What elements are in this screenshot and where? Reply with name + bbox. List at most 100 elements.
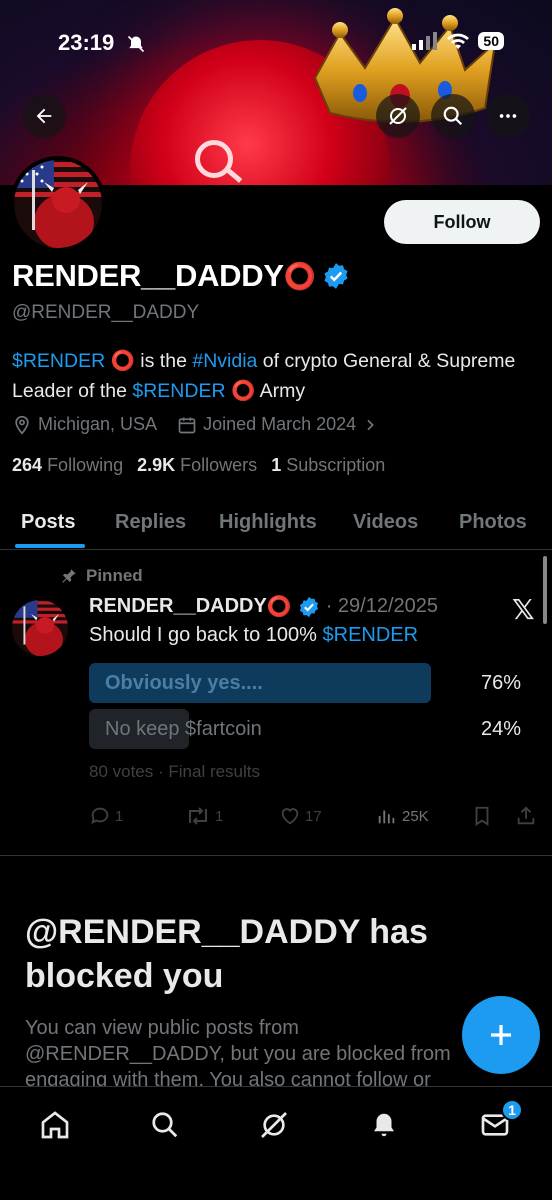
profile-location: Michigan, USA bbox=[38, 414, 158, 434]
post-avatar-image bbox=[12, 600, 68, 656]
bottom-navigation: 1 bbox=[0, 1086, 552, 1200]
tab-photos[interactable]: Photos bbox=[459, 496, 527, 549]
views-count: 25K bbox=[402, 807, 429, 825]
mute-bell-icon bbox=[126, 34, 146, 59]
wifi-icon bbox=[447, 33, 470, 49]
nav-search[interactable] bbox=[145, 1105, 185, 1145]
display-name: RENDER__DADDY bbox=[12, 258, 284, 293]
post-date: · 29/12/2025 bbox=[325, 595, 439, 617]
back-button[interactable] bbox=[22, 94, 66, 138]
active-tab-indicator bbox=[15, 544, 85, 548]
reply-icon bbox=[91, 807, 109, 825]
tab-replies[interactable]: Replies bbox=[115, 496, 186, 549]
profile-banner[interactable] bbox=[0, 0, 552, 185]
verified-badge-icon bbox=[299, 596, 318, 617]
poll-option: Obviously yes.... 76% bbox=[89, 663, 529, 703]
tab-highlights[interactable]: Highlights bbox=[219, 496, 317, 549]
views-bar-chart-icon bbox=[378, 810, 395, 824]
home-icon bbox=[41, 1111, 69, 1139]
bio-hashtag-nvidia[interactable]: #Nvidia bbox=[192, 350, 257, 372]
share-icon bbox=[517, 806, 535, 825]
location-pin-icon bbox=[15, 415, 29, 435]
battery-indicator: 50 bbox=[478, 32, 504, 50]
post-header: RENDER__DADDY ⭕ · 29/12/2025 bbox=[89, 594, 438, 619]
section-divider bbox=[0, 855, 552, 856]
bio-cashtag-render[interactable]: $RENDER bbox=[12, 350, 105, 372]
profile-name-row: RENDER__DADDY ⭕ bbox=[12, 258, 350, 294]
poll-votes-summary: 80 votes · Final results bbox=[89, 762, 261, 781]
bio-emoji-2: ⭕ bbox=[230, 380, 256, 402]
verified-badge-icon[interactable] bbox=[322, 262, 350, 290]
post-cashtag[interactable]: $RENDER bbox=[323, 624, 419, 646]
nav-messages[interactable]: 1 bbox=[475, 1099, 523, 1145]
profile-tabs: Posts Replies Highlights Videos Photos bbox=[0, 496, 552, 550]
grok-button[interactable] bbox=[376, 94, 420, 138]
tab-videos[interactable]: Videos bbox=[353, 496, 418, 549]
blocked-title: @RENDER__DADDY has blocked you bbox=[25, 913, 428, 995]
x-logo-icon: 𝕏 bbox=[512, 594, 535, 625]
repost-icon bbox=[189, 807, 207, 825]
more-icon bbox=[499, 114, 517, 118]
post-author-name[interactable]: RENDER__DADDY bbox=[89, 595, 267, 618]
subscriptions-link[interactable]: 1 Subscription bbox=[271, 455, 385, 476]
profile-stats: 264 Following 2.9K Followers 1 Subscript… bbox=[12, 455, 385, 476]
heart-icon bbox=[281, 808, 299, 825]
pinned-text: Pinned bbox=[86, 566, 143, 585]
messages-badge: 1 bbox=[501, 1099, 523, 1121]
status-indicators: 50 bbox=[412, 32, 504, 50]
name-emoji: ⭕ bbox=[283, 260, 316, 291]
grok-icon bbox=[261, 1112, 287, 1138]
blocked-description: You can view public posts from @RENDER__… bbox=[25, 1017, 451, 1091]
poll-option-percent: 24% bbox=[480, 718, 521, 740]
profile-avatar[interactable] bbox=[10, 156, 106, 252]
tab-posts[interactable]: Posts bbox=[21, 496, 75, 549]
bookmark-icon bbox=[475, 806, 489, 826]
bio-emoji: ⭕ bbox=[110, 350, 135, 372]
compose-post-button[interactable] bbox=[462, 996, 540, 1074]
share-button[interactable] bbox=[515, 805, 537, 827]
chevron-right-icon[interactable] bbox=[362, 417, 378, 433]
poll-option-percent: 76% bbox=[480, 672, 521, 694]
nav-home[interactable] bbox=[35, 1105, 75, 1145]
post-text-body: Should I go back to 100% bbox=[89, 624, 323, 646]
status-time: 23:19 bbox=[58, 30, 115, 55]
poll-option-label: Obviously yes.... bbox=[105, 672, 263, 694]
search-button[interactable] bbox=[431, 94, 475, 138]
search-icon bbox=[443, 106, 463, 126]
profile-handle: @RENDER__DADDY bbox=[12, 302, 200, 323]
arrow-left-icon bbox=[36, 108, 52, 124]
nav-notifications[interactable] bbox=[364, 1105, 404, 1145]
views-button[interactable]: 25K bbox=[376, 805, 429, 827]
repost-count: 1 bbox=[215, 807, 224, 825]
search-icon bbox=[152, 1112, 178, 1138]
poll-option-label: No keep $fartcoin bbox=[105, 718, 262, 740]
profile-bio: $RENDER ⭕ is the #Nvidia of crypto Gener… bbox=[12, 346, 532, 406]
follow-button[interactable]: Follow bbox=[384, 200, 540, 244]
bookmark-button[interactable] bbox=[471, 805, 493, 827]
bio-cashtag-render-2[interactable]: $RENDER bbox=[132, 380, 225, 402]
post-actions: 1 1 17 25K bbox=[89, 805, 539, 831]
like-button[interactable]: 17 bbox=[279, 805, 322, 827]
followers-link[interactable]: 2.9K Followers bbox=[137, 455, 257, 476]
bio-text-1: is the bbox=[134, 350, 193, 372]
plus-icon bbox=[491, 1025, 511, 1045]
profile-joined[interactable]: Joined March 2024 bbox=[203, 414, 356, 435]
nav-grok[interactable] bbox=[254, 1105, 294, 1145]
post-text: Should I go back to 100% $RENDER bbox=[89, 624, 418, 647]
like-count: 17 bbox=[305, 807, 322, 825]
pinned-label: Pinned bbox=[60, 566, 143, 586]
signal-icon bbox=[412, 32, 438, 50]
following-link[interactable]: 264 Following bbox=[12, 455, 123, 476]
post-author-emoji: ⭕ bbox=[266, 596, 292, 618]
more-options-button[interactable] bbox=[486, 94, 530, 138]
calendar-icon bbox=[178, 417, 196, 433]
reply-button[interactable]: 1 bbox=[89, 805, 123, 827]
bio-text-3: Army bbox=[255, 380, 306, 402]
poll-option: No keep $fartcoin 24% bbox=[89, 709, 529, 749]
bell-icon bbox=[374, 1113, 394, 1137]
post-author-avatar[interactable] bbox=[12, 600, 68, 656]
scrollbar[interactable] bbox=[543, 556, 547, 624]
repost-button[interactable]: 1 bbox=[185, 805, 223, 827]
reply-count: 1 bbox=[115, 807, 124, 825]
avatar-image bbox=[14, 160, 102, 248]
